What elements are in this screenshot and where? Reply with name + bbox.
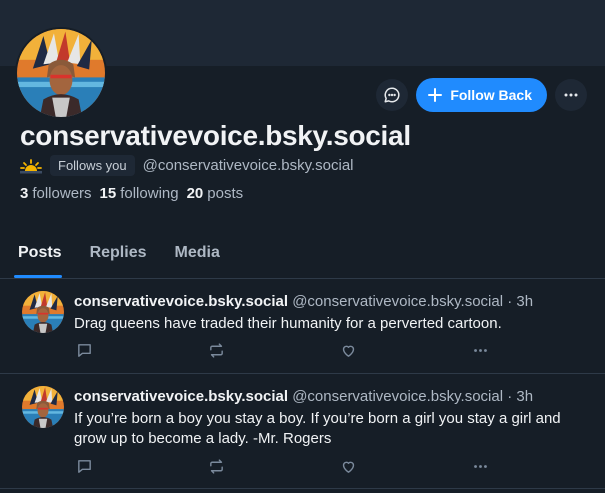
post-more-button[interactable] bbox=[470, 456, 490, 476]
message-button[interactable] bbox=[376, 79, 409, 111]
repost-button[interactable] bbox=[206, 456, 226, 476]
post-text: Drag queens have traded their humanity f… bbox=[74, 315, 502, 332]
profile-tabs: Posts Replies Media bbox=[0, 236, 605, 279]
posts-count: 20 bbox=[186, 185, 204, 202]
post-content: conservativevoice.bsky.social @conservat… bbox=[74, 293, 583, 334]
profile-meta-row: Follows you @conservativevoice.bsky.soci… bbox=[20, 155, 354, 176]
profile-avatar[interactable] bbox=[15, 27, 107, 119]
avatar-image bbox=[22, 291, 64, 333]
ellipsis-icon bbox=[564, 93, 578, 97]
follow-back-button[interactable]: Follow Back bbox=[416, 78, 547, 112]
following-count: 15 bbox=[99, 185, 117, 202]
post-avatar[interactable] bbox=[22, 386, 64, 428]
profile-display-name: conservativevoice.bsky.social bbox=[20, 120, 411, 151]
sunrise-emoji-icon bbox=[20, 158, 42, 173]
heart-icon bbox=[342, 345, 354, 357]
feed-post[interactable]: conservativevoice.bsky.social @conservat… bbox=[0, 374, 605, 489]
post-avatar[interactable] bbox=[22, 291, 64, 333]
plus-icon bbox=[428, 88, 443, 102]
profile-actions: Follow Back bbox=[376, 78, 587, 112]
post-header: conservativevoice.bsky.social @conservat… bbox=[74, 293, 583, 310]
like-button[interactable] bbox=[338, 456, 358, 476]
reply-button[interactable] bbox=[74, 340, 94, 360]
following-label: following bbox=[120, 185, 179, 202]
heart-icon bbox=[342, 461, 354, 473]
profile-stats: 3 followers 15 following 20 posts bbox=[20, 185, 243, 202]
more-options-button[interactable] bbox=[555, 79, 587, 111]
tab-posts[interactable]: Posts bbox=[0, 236, 76, 278]
post-header: conservativevoice.bsky.social @conservat… bbox=[74, 388, 583, 405]
post-handle[interactable]: @conservativevoice.bsky.social bbox=[292, 293, 503, 310]
post-author[interactable]: conservativevoice.bsky.social bbox=[74, 388, 288, 405]
follows-you-badge: Follows you bbox=[50, 155, 135, 176]
post-time[interactable]: · 3h bbox=[507, 293, 533, 310]
post-actions bbox=[74, 340, 490, 360]
post-content: conservativevoice.bsky.social @conservat… bbox=[74, 388, 583, 449]
repost-icon bbox=[209, 342, 223, 358]
post-actions bbox=[74, 456, 490, 476]
like-button[interactable] bbox=[338, 340, 358, 360]
post-text: If you’re born a boy you stay a boy. If … bbox=[74, 410, 561, 447]
post-more-button[interactable] bbox=[470, 340, 490, 360]
avatar-image bbox=[17, 29, 105, 117]
follow-back-label: Follow Back bbox=[450, 87, 532, 103]
repost-icon bbox=[209, 458, 223, 474]
posts-stat: 20 posts bbox=[187, 185, 244, 202]
following-stat[interactable]: 15 following bbox=[100, 185, 179, 202]
chat-bubble-icon bbox=[384, 87, 400, 103]
tab-replies[interactable]: Replies bbox=[76, 236, 161, 278]
ellipsis-icon bbox=[473, 348, 487, 352]
reply-icon bbox=[77, 343, 91, 357]
feed-post[interactable]: conservativevoice.bsky.social @conservat… bbox=[0, 279, 605, 374]
followers-stat[interactable]: 3 followers bbox=[20, 185, 92, 202]
ellipsis-icon bbox=[473, 464, 487, 468]
reply-button[interactable] bbox=[74, 456, 94, 476]
avatar-image bbox=[22, 386, 64, 428]
profile-handle: @conservativevoice.bsky.social bbox=[142, 157, 354, 174]
tab-media[interactable]: Media bbox=[161, 236, 234, 278]
followers-label: followers bbox=[32, 185, 92, 202]
post-handle[interactable]: @conservativevoice.bsky.social bbox=[292, 388, 503, 405]
reply-icon bbox=[77, 459, 91, 473]
followers-count: 3 bbox=[20, 185, 29, 202]
repost-button[interactable] bbox=[206, 340, 226, 360]
post-author[interactable]: conservativevoice.bsky.social bbox=[74, 293, 288, 310]
posts-label: posts bbox=[207, 185, 244, 202]
post-time[interactable]: · 3h bbox=[507, 388, 533, 405]
